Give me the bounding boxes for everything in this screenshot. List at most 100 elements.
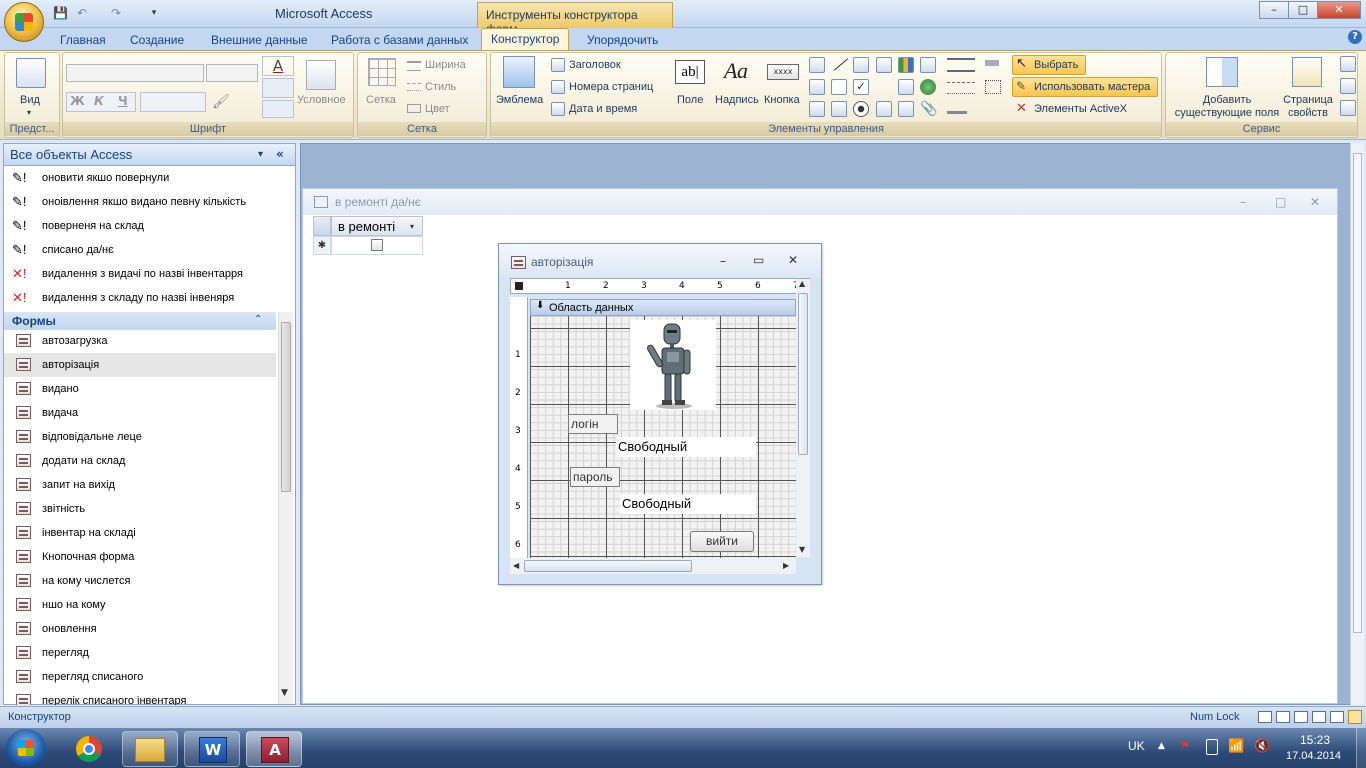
office-button[interactable] [4,2,44,42]
scroll-right-icon[interactable]: ▶ [783,561,789,570]
tab-design[interactable]: Конструктор [481,28,570,51]
attachment-icon[interactable]: 📎 [920,101,937,117]
form-view-icon[interactable] [1258,711,1272,723]
fill-color-icon[interactable] [262,78,294,98]
logo-icon[interactable] [503,56,535,88]
property-sheet-icon[interactable] [1292,57,1322,87]
tab-control-icon[interactable] [876,57,892,73]
option-group-icon[interactable] [876,79,892,95]
nav-header[interactable]: Все объекты Access [4,144,295,166]
nav-scroll-thumb[interactable] [281,322,291,492]
convert-macros-icon[interactable] [1340,100,1356,116]
chrome-taskbar-button[interactable] [62,731,118,767]
battery-icon[interactable] [1206,739,1218,755]
nav-form-item[interactable]: на кому числется [4,569,276,593]
nav-query-item[interactable]: ✎! списано да/нє [4,238,276,262]
line-thickness-icon[interactable] [947,58,975,72]
nav-form-item[interactable]: перелік списаного інвентаря [4,689,276,705]
nav-query-item[interactable]: ✕! видалення з видачі по назві інвентарря [4,262,276,286]
select-all-corner[interactable] [313,216,331,236]
add-fields-icon[interactable] [1206,57,1238,87]
nav-form-item[interactable]: відповідальне леце [4,425,276,449]
nav-form-item[interactable]: Кнопочная форма [4,545,276,569]
property-sheet-button[interactable]: Страница свойств [1280,94,1336,120]
label-button[interactable]: Надпись [715,94,759,106]
nav-form-item-selected[interactable]: авторізація [4,353,276,377]
gridlines-button[interactable]: Сетка [366,94,396,106]
checkbox[interactable] [371,239,383,251]
design-grid[interactable]: логін Свободный пароль Свободный вийти [530,316,796,558]
volume-icon[interactable]: 🔇 [1254,739,1270,754]
section-selector[interactable] [510,297,528,316]
format-painter-icon[interactable]: 🖌 [212,94,230,110]
title-button[interactable]: Заголовок [569,59,621,71]
redo-icon[interactable]: ↷ [108,5,124,21]
chevron-down-icon[interactable]: ▾ [27,108,31,117]
robot-image[interactable] [630,320,716,410]
help-icon[interactable]: ? [1348,30,1362,44]
nav-form-item[interactable]: додати на склад [4,449,276,473]
form-window-title[interactable]: авторізація [499,244,821,278]
nav-form-item[interactable]: звітність [4,497,276,521]
nav-dropdown-icon[interactable]: ▾ [258,149,263,160]
logo-button[interactable]: Эмблема [496,94,543,106]
gridlines-icon[interactable] [368,58,396,86]
form-vscroll-thumb[interactable] [798,293,808,455]
line-type-icon[interactable] [947,82,975,94]
gridline-color-button[interactable]: Цвет [425,103,450,115]
undo-icon[interactable]: ↶ [74,5,90,21]
toggle-button-icon[interactable] [853,57,869,73]
page-break-icon[interactable] [920,57,936,73]
password-textbox[interactable]: Свободный [620,494,756,514]
button-control-button[interactable]: Кнопка [764,94,800,106]
collapse-nav-icon[interactable]: « [276,147,284,161]
form-close-icon[interactable]: ✕ [788,253,798,267]
nav-form-item[interactable]: перегляд [4,641,276,665]
tab-create[interactable]: Создание [130,31,184,50]
gridline-width-button[interactable]: Ширина [425,59,466,71]
scroll-left-icon[interactable]: ◀ [513,561,519,570]
show-hidden-icons[interactable]: ▲ [1158,741,1165,751]
nav-query-item[interactable]: ✎! оновити якшо повернули [4,166,276,190]
maximize-button[interactable]: □ [1288,1,1318,19]
explorer-taskbar-button[interactable] [122,731,178,767]
layout-view-icon[interactable] [1330,711,1344,723]
close-button[interactable]: ✕ [1317,1,1361,19]
nav-group-forms[interactable]: Формы [4,312,276,330]
scroll-up-icon[interactable]: ▲ [799,279,805,288]
nav-query-item[interactable]: ✎! поверненя на склад [4,214,276,238]
add-fields-button[interactable]: Добавить существующие поля [1172,94,1282,120]
unbound-frame-icon[interactable] [876,101,892,117]
tab-order-icon[interactable] [1340,56,1356,72]
conditional-format-button[interactable]: Условное [297,94,346,106]
tab-external-data[interactable]: Внешние данные [211,31,308,50]
date-time-button[interactable]: Дата и время [569,103,637,115]
clock-time[interactable]: 15:23 [1300,733,1330,747]
column-dropdown-icon[interactable]: ▾ [410,222,414,231]
nav-query-item[interactable]: ✕! видалення з складу по назві інвеняря [4,286,276,310]
nav-form-item[interactable]: ншо на кому [4,593,276,617]
password-label[interactable]: пароль [570,467,620,487]
font-color-icon[interactable]: A [262,56,294,76]
tab-database-tools[interactable]: Работа с базами данных [331,31,468,50]
customize-qat-icon[interactable]: ▾ [146,5,162,21]
show-desktop-button[interactable] [1356,728,1366,768]
detail-section-header[interactable]: Область данных [530,299,796,316]
word-taskbar-button[interactable]: W [184,731,240,767]
line-icon[interactable] [831,57,849,73]
query-maximize-icon[interactable]: □ [1275,195,1286,209]
bound-frame-icon[interactable] [831,101,847,117]
list-box-icon[interactable] [809,79,825,95]
radio-button-icon[interactable] [853,101,869,117]
nav-form-item[interactable]: оновлення [4,617,276,641]
pivot-table-icon[interactable] [1294,711,1308,723]
subform-icon[interactable] [809,101,825,117]
form-vertical-scrollbar[interactable]: ▲ ▼ [796,279,810,557]
login-label[interactable]: логін [568,414,618,434]
scroll-down-icon[interactable]: ▼ [281,688,288,698]
form-minimize-icon[interactable]: – [720,254,726,268]
pivot-chart-icon[interactable] [1312,711,1326,723]
start-button[interactable] [6,729,46,767]
query-minimize-icon[interactable]: – [1240,195,1246,209]
nav-form-item[interactable]: інвентар на складі [4,521,276,545]
